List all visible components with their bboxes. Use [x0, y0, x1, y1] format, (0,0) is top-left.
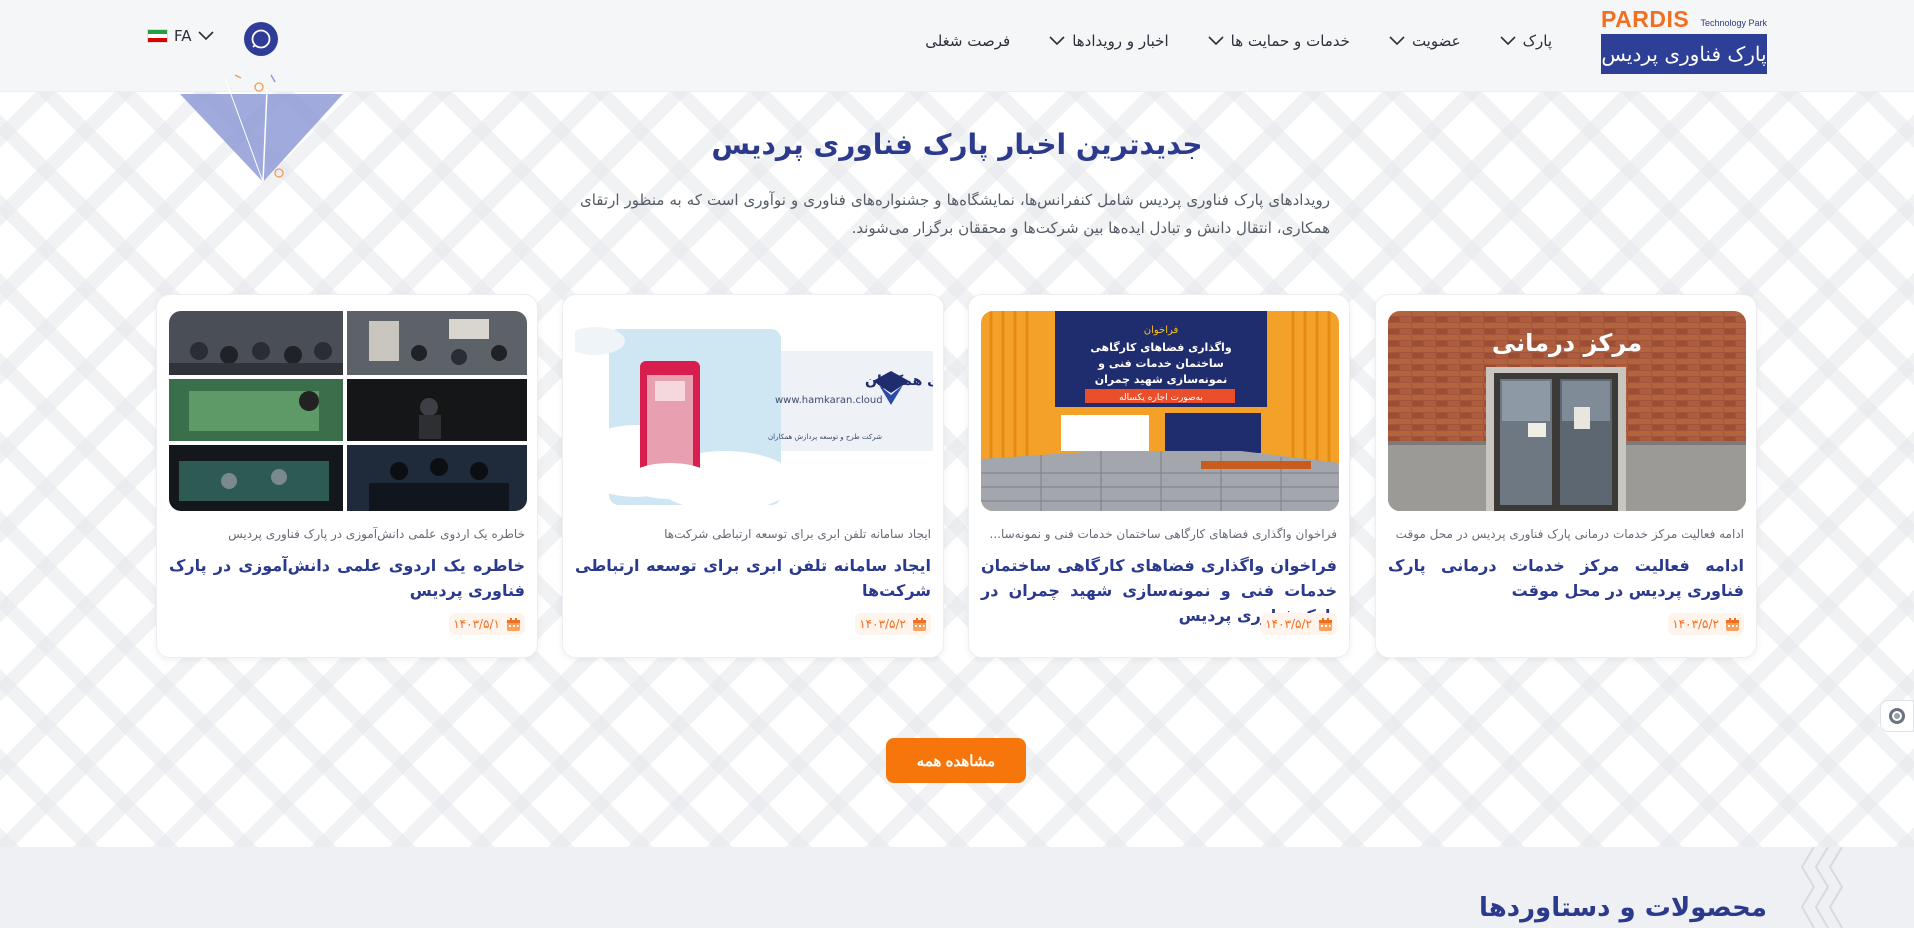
iran-flag-icon	[147, 29, 168, 43]
news-card-image[interactable]: مرکز درمانی	[1388, 311, 1746, 511]
chevron-down-icon	[1208, 36, 1224, 46]
products-section: محصولات و دستاوردها	[0, 847, 1914, 928]
chevron-down-icon	[1500, 36, 1516, 46]
decorative-chevrons	[1800, 847, 1844, 928]
svg-text:واگذاری فضاهای کارگاهی: واگذاری فضاهای کارگاهی	[1090, 341, 1232, 354]
main-nav: پارک عضویت خدمات و حمایت ها اخبار و روید…	[886, 28, 1552, 54]
language-switcher[interactable]: FA	[147, 27, 214, 45]
calendar-icon	[507, 617, 520, 631]
svg-text:نمونه‌سازی شهید چمران: نمونه‌سازی شهید چمران	[1095, 373, 1227, 386]
chevron-down-icon	[1049, 36, 1065, 46]
news-card[interactable]: تلفن ابری همکاران www.hamkaran.cloud شرک…	[562, 294, 944, 658]
news-card[interactable]: مرکز درمانی ادامه فعالیت مرکز خدمات درما…	[1375, 294, 1757, 658]
svg-text:ساختمان خدمات فنی و: ساختمان خدمات فنی و	[1097, 357, 1224, 370]
news-section-description: رویدادهای پارک فناوری پردیس شامل کنفرانس…	[580, 191, 1330, 237]
chevron-down-icon	[1389, 36, 1405, 46]
date-text: ۱۴۰۳/۵/۲	[1672, 617, 1719, 631]
park-logo[interactable]: PARDIS Technology Park پارک فناوری پردیس	[1601, 7, 1767, 74]
date-text: ۱۴۰۳/۵/۱	[453, 617, 500, 631]
image-headline: تلفن ابری همکاران	[865, 373, 933, 389]
nav-label: فرصت شغلی	[925, 32, 1011, 50]
news-card-date: ۱۴۰۳/۵/۱	[449, 613, 525, 635]
news-card-summary: ادامه فعالیت مرکز خدمات درمانی پارک فناو…	[1395, 527, 1744, 541]
news-card-summary: ایجاد سامانه تلفن ابری برای توسعه ارتباط…	[664, 527, 931, 541]
news-card-title[interactable]: خاطره یک اردوی علمی دانش‌آموزی در پارک ف…	[169, 553, 525, 603]
calendar-icon	[1726, 617, 1739, 631]
nav-label: عضویت	[1411, 32, 1461, 50]
nav-item-membership[interactable]: عضویت	[1389, 28, 1461, 54]
decorative-triangle	[180, 74, 343, 183]
image-url: www.hamkaran.cloud	[775, 395, 883, 406]
logo-persian: پارک فناوری پردیس	[1601, 34, 1767, 74]
news-card[interactable]: فراخوان واگذاری فضاهای کارگاهی ساختمان خ…	[968, 294, 1350, 658]
news-card-date: ۱۴۰۳/۵/۲	[1261, 613, 1337, 635]
nav-item-park[interactable]: پارک	[1500, 28, 1552, 54]
image-company: شرکت طرح و توسعه پردازش همکاران	[768, 433, 882, 441]
svg-text:به‌صورت اجاره یکساله: به‌صورت اجاره یکساله	[1119, 393, 1203, 403]
logo-wordmark: PARDIS	[1601, 6, 1690, 32]
calendar-icon	[1319, 617, 1332, 631]
news-card-image[interactable]	[169, 311, 527, 511]
date-text: ۱۴۰۳/۵/۲	[1265, 617, 1312, 631]
news-card-date: ۱۴۰۳/۵/۲	[1668, 613, 1744, 635]
language-code: FA	[174, 27, 192, 45]
nav-label: اخبار و رویدادها	[1072, 32, 1169, 50]
chevron-down-icon	[197, 31, 214, 41]
news-card[interactable]: خاطره یک اردوی علمی دانش‌آموزی در پارک ف…	[156, 294, 538, 658]
news-card-date: ۱۴۰۳/۵/۲	[855, 613, 931, 635]
logo-subtitle: Technology Park	[1700, 18, 1767, 28]
nav-label: پارک	[1522, 32, 1552, 50]
news-card-image[interactable]: فراخوان واگذاری فضاهای کارگاهی ساختمان خ…	[981, 311, 1339, 511]
nav-label: خدمات و حمایت ها	[1230, 32, 1350, 50]
products-section-title: محصولات و دستاوردها	[1478, 893, 1767, 923]
view-all-button[interactable]: مشاهده همه	[886, 738, 1026, 783]
calendar-icon	[913, 617, 926, 631]
news-card-summary: فراخوان واگذاری فضاهای کارگاهی ساختمان خ…	[989, 527, 1337, 541]
svg-text:فراخوان: فراخوان	[1144, 325, 1179, 336]
news-card-summary: خاطره یک اردوی علمی دانش‌آموزی در پارک ف…	[228, 527, 525, 541]
image-sign-text: مرکز درمانی	[1492, 329, 1642, 357]
search-button[interactable]	[244, 22, 278, 56]
nav-item-services[interactable]: خدمات و حمایت ها	[1208, 28, 1350, 54]
news-card-title[interactable]: ایجاد سامانه تلفن ابری برای توسعه ارتباط…	[575, 553, 931, 603]
accessibility-widget[interactable]	[1880, 700, 1914, 732]
nav-item-news[interactable]: اخبار و رویدادها	[1049, 28, 1169, 54]
circle-toggle-icon	[1889, 708, 1905, 724]
search-icon	[251, 29, 271, 49]
news-card-image[interactable]: تلفن ابری همکاران www.hamkaran.cloud شرک…	[575, 311, 933, 511]
nav-item-jobs[interactable]: فرصت شغلی	[925, 28, 1010, 54]
news-card-title[interactable]: ادامه فعالیت مرکز خدمات درمانی پارک فناو…	[1388, 553, 1744, 603]
date-text: ۱۴۰۳/۵/۲	[859, 617, 906, 631]
